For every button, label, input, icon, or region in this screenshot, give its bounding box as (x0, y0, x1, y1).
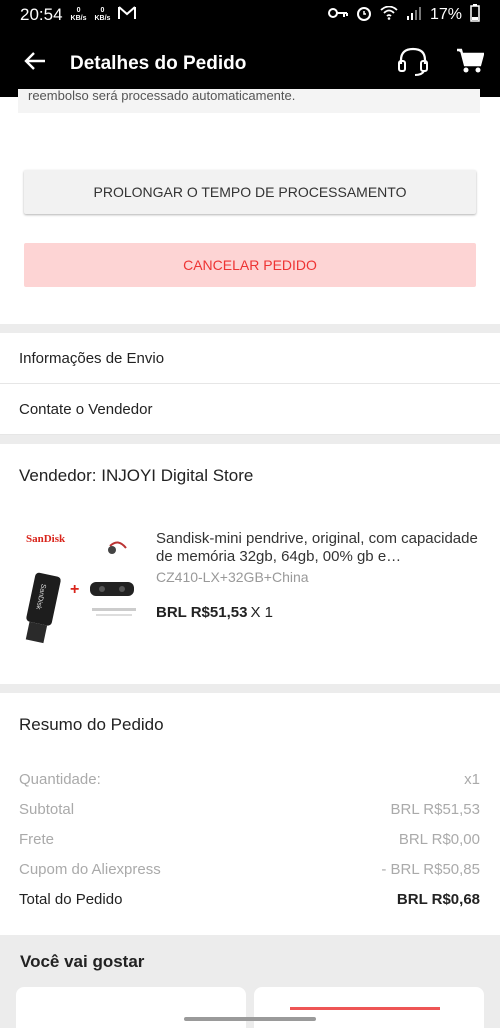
summary-row-subtotal: Subtotal BRL R$51,53 (19, 801, 480, 818)
summary-value: BRL R$51,53 (390, 801, 480, 818)
customer-service-button[interactable] (396, 46, 430, 81)
refund-note: reembolso será processado automaticament… (18, 89, 480, 113)
divider (0, 684, 500, 693)
seller-name[interactable]: Vendedor: INJOYI Digital Store (19, 466, 253, 486)
home-indicator[interactable] (184, 1017, 316, 1021)
summary-row-shipping: Frete BRL R$0,00 (19, 831, 480, 848)
wifi-icon (380, 5, 398, 25)
svg-text:SanDisk: SanDisk (26, 533, 66, 545)
summary-value: - BRL R$50,85 (381, 861, 480, 878)
summary-label: Quantidade: (19, 771, 101, 788)
seller-section: Vendedor: INJOYI Digital Store SanDisk S… (0, 444, 500, 684)
order-summary: Resumo do Pedido Quantidade: x1 Subtotal… (0, 693, 500, 935)
product-price: BRL R$51,53 (156, 604, 248, 621)
summary-label: Subtotal (19, 801, 75, 818)
product-thumbnail[interactable]: SanDisk SanDisk + (22, 528, 140, 648)
summary-value: BRL R$0,00 (398, 831, 480, 848)
divider (0, 324, 500, 333)
status-time: 20:54 (20, 5, 63, 24)
recommendation-card[interactable] (16, 987, 246, 1028)
alarm-icon (356, 5, 372, 26)
battery-percentage: 17% (429, 6, 462, 23)
summary-value: BRL R$0,68 (396, 891, 480, 908)
extend-processing-button[interactable]: PROLONGAR O TEMPO DE PROCESSAMENTO (24, 170, 476, 214)
cart-icon (457, 48, 485, 73)
cancel-order-button[interactable]: CANCELAR PEDIDO (24, 243, 476, 287)
back-button[interactable] (0, 30, 70, 97)
summary-row-coupon: Cupom do Aliexpress - BRL R$50,85 (19, 861, 480, 878)
summary-label: Frete (19, 831, 55, 848)
summary-row-quantity: Quantidade: x1 (19, 771, 480, 788)
product-quantity: X 1 (250, 604, 273, 621)
product-title[interactable]: Sandisk-mini pendrive, original, com cap… (156, 530, 486, 566)
summary-value: x1 (464, 771, 480, 788)
action-section: reembolso será processado automaticament… (0, 89, 500, 324)
shipping-info-link[interactable]: Informações de Envio (0, 333, 500, 384)
summary-title: Resumo do Pedido (19, 715, 164, 734)
summary-label: Total do Pedido (19, 891, 123, 908)
network-speed-1: 0 KB/s (70, 7, 87, 22)
key-icon (327, 6, 348, 24)
gmail-icon (118, 5, 137, 25)
summary-row-total: Total do Pedido BRL R$0,68 (19, 891, 480, 908)
cart-button[interactable] (456, 48, 485, 79)
arrow-left-icon (24, 51, 46, 76)
headset-icon (398, 47, 428, 76)
product-price-line: BRL R$51,53 X 1 (156, 604, 273, 621)
summary-label: Cupom do Aliexpress (19, 861, 161, 878)
app-bar: Detalhes do Pedido (0, 30, 500, 97)
contact-seller-link[interactable]: Contate o Vendedor (0, 384, 500, 435)
recommendation-card[interactable] (254, 987, 484, 1028)
recommendations-title: Você vai gostar (20, 952, 145, 971)
signal-icon (406, 6, 422, 25)
network-speed-2: 0 KB/s (94, 7, 111, 22)
page-title: Detalhes do Pedido (70, 52, 247, 74)
battery-icon (470, 3, 480, 27)
product-variant: CZ410-LX+32GB+China (156, 569, 309, 585)
svg-text:+: + (70, 581, 79, 598)
divider (0, 435, 500, 444)
status-bar: 20:54 0 KB/s 0 KB/s 17% (0, 0, 500, 30)
recommendations-section: Você vai gostar (0, 935, 500, 1028)
